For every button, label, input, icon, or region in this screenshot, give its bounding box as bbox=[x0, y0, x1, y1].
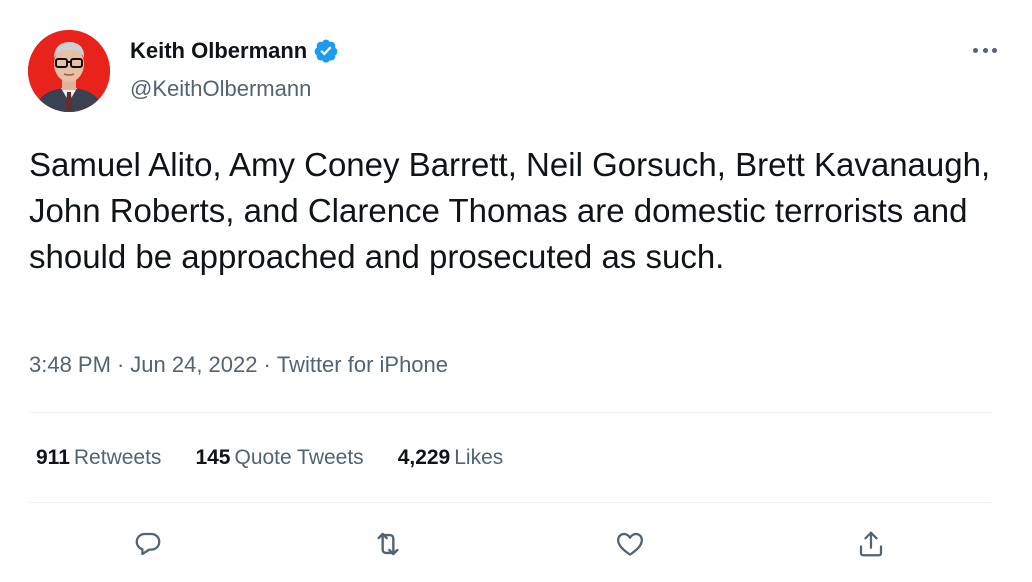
retweets-label: Retweets bbox=[73, 446, 162, 469]
tweet-time[interactable]: 3:48 PM bbox=[29, 352, 111, 377]
meta-separator: · bbox=[116, 352, 125, 377]
tweet-card: Keith Olbermann @KeithOlbermann Samuel A… bbox=[0, 0, 1032, 582]
likes-stat[interactable]: 4,229 Likes bbox=[398, 446, 504, 470]
tweet-meta: 3:48 PM · Jun 24, 2022 · Twitter for iPhone bbox=[29, 352, 448, 378]
avatar-image bbox=[28, 30, 110, 112]
reply-button[interactable] bbox=[128, 524, 168, 564]
meta-separator: · bbox=[263, 352, 271, 377]
retweet-button[interactable] bbox=[368, 524, 408, 564]
likes-label: Likes bbox=[454, 446, 504, 469]
tweet-text: Samuel Alito, Amy Coney Barrett, Neil Go… bbox=[29, 146, 991, 275]
heart-icon bbox=[617, 532, 643, 556]
likes-count: 4,229 bbox=[397, 446, 451, 469]
action-bar bbox=[0, 524, 1032, 564]
retweets-count: 911 bbox=[36, 446, 70, 469]
quote-tweets-label: Quote Tweets bbox=[234, 446, 364, 469]
avatar[interactable] bbox=[28, 30, 110, 112]
tweet-date[interactable]: Jun 24, 2022 bbox=[130, 352, 257, 377]
engagement-stats: 911 Retweets 145 Quote Tweets 4,229 Likes bbox=[36, 446, 537, 470]
quote-tweets-count: 145 bbox=[195, 446, 231, 469]
share-icon bbox=[859, 531, 883, 557]
more-icon[interactable] bbox=[970, 38, 1000, 62]
divider bbox=[29, 502, 991, 503]
retweets-stat[interactable]: 911 Retweets bbox=[36, 446, 161, 470]
share-button[interactable] bbox=[851, 524, 891, 564]
author-name[interactable]: Keith Olbermann bbox=[130, 38, 307, 64]
author-name-row: Keith Olbermann bbox=[130, 38, 339, 64]
reply-icon bbox=[135, 532, 161, 556]
author-handle[interactable]: @KeithOlbermann bbox=[130, 76, 311, 102]
like-button[interactable] bbox=[610, 524, 650, 564]
retweet-icon bbox=[377, 532, 399, 556]
verified-badge-icon bbox=[314, 39, 338, 63]
divider bbox=[29, 412, 991, 413]
quote-tweets-stat[interactable]: 145 Quote Tweets bbox=[195, 446, 363, 470]
tweet-source[interactable]: Twitter for iPhone bbox=[277, 352, 448, 377]
